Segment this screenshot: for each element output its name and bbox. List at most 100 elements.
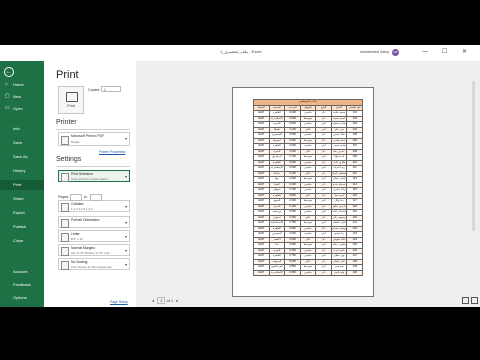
nav-item-label: Export <box>13 210 25 215</box>
table-cell: ولاء سامي <box>330 187 348 194</box>
printer-properties-link[interactable]: Printer Properties <box>99 150 125 154</box>
pages-label: Pages: <box>58 195 70 199</box>
option-label: Portrait Orientation <box>71 218 100 222</box>
paper-size-select[interactable]: Letter 8.5" x 11" ▾ <box>58 230 130 242</box>
table-cell: ذكر <box>315 269 332 276</box>
printer-icon <box>66 92 78 102</box>
zoom-to-page-icon[interactable] <box>471 297 478 304</box>
printer-select[interactable]: Microsoft Print to PDF Ready ▾ <box>58 132 130 146</box>
preview-table: بيانات الموظفين كود العميل الاسم النوع المؤ… <box>253 99 363 276</box>
table-cell: هدى سمير <box>330 143 348 150</box>
nav-item-print[interactable]: Print <box>0 180 44 190</box>
scaling-icon <box>61 261 69 270</box>
table-cell: سلمى رشاد <box>330 242 348 249</box>
pages-to-label: to <box>84 195 87 199</box>
nav-item-info[interactable]: Info <box>0 124 44 134</box>
chevron-down-icon: ▾ <box>124 234 127 239</box>
back-arrow-icon[interactable]: ← <box>4 67 14 77</box>
table-cell: طارق عادل <box>330 159 348 166</box>
chevron-down-icon: ▾ <box>124 262 127 267</box>
printer-heading: Printer <box>56 119 77 126</box>
user-name[interactable]: mohammed Zakry <box>360 50 389 54</box>
nav-item-label: Save As <box>13 154 28 159</box>
avatar[interactable]: MZ <box>392 49 399 56</box>
title-bar: ملف_تحضيري_1 - Excel mohammed Zakry MZ —… <box>0 45 480 61</box>
option-label: No Scaling <box>71 260 88 264</box>
nav-item-options[interactable]: Options <box>0 293 44 303</box>
nav-item-account[interactable]: Account <box>0 267 44 277</box>
printer-status: Ready <box>71 139 80 144</box>
pages-to-input[interactable] <box>90 194 102 201</box>
nav-item-share[interactable]: Share <box>0 194 44 204</box>
chevron-down-icon: ▾ <box>124 174 127 179</box>
nav-item-export[interactable]: Export <box>0 208 44 218</box>
nav-item-label: Options <box>13 295 27 300</box>
page-count: of 1 <box>166 298 174 303</box>
margins-icon <box>61 247 69 256</box>
nav-item-label: History <box>13 168 26 173</box>
table-cell: أحمد سعيد <box>330 115 348 122</box>
nav-item-home[interactable]: ⌂ Home <box>0 80 44 90</box>
nav-item-label: Print <box>13 182 22 187</box>
nav-item-new[interactable]: ▢ New <box>0 92 44 102</box>
prev-page-icon[interactable]: ◂ <box>150 298 156 303</box>
option-label: Collated <box>71 202 84 206</box>
table-cell: 3,350 <box>284 269 301 276</box>
nav-item-save-as[interactable]: Save As <box>0 152 44 162</box>
divider <box>56 166 130 167</box>
table-cell: يوسف مجدي <box>330 225 348 232</box>
show-margins-icon[interactable] <box>462 297 469 304</box>
nav-item-label: Publish <box>13 224 27 229</box>
selection-icon <box>61 173 69 182</box>
vertical-scrollbar[interactable] <box>472 81 475 231</box>
print-settings-panel: Print Print Copies: 1 Printer Microsoft … <box>44 61 136 307</box>
nav-item-open[interactable]: ▭ Open <box>0 104 44 114</box>
close-icon[interactable]: ✕ <box>462 48 467 56</box>
table-cell: سارة محمود <box>330 121 348 128</box>
table-cell: علاء شوقي <box>330 236 348 243</box>
table-cell: محمد حامد <box>330 110 348 117</box>
nav-item-history[interactable]: History <box>0 166 44 176</box>
option-description: Only print the current select... <box>71 177 111 181</box>
page-title: Print <box>56 69 79 81</box>
nav-item-publish[interactable]: Publish <box>0 222 44 232</box>
scaling-select[interactable]: No Scaling Print sheets at their actual s… <box>58 258 130 270</box>
divider <box>56 129 130 130</box>
nav-item-save[interactable]: Save <box>0 138 44 148</box>
table-cell: عمرو رضا <box>330 148 348 155</box>
nav-item-label: Account <box>13 269 28 274</box>
nav-item-label: Save <box>13 140 23 145</box>
option-description: Top: 0.75" Bottom: 0.75" Left:... <box>71 251 113 255</box>
nav-item-label: Info <box>13 126 20 131</box>
current-page-input[interactable]: 1 <box>157 297 166 304</box>
option-label: Print Selection <box>71 172 93 176</box>
nav-item-close[interactable]: Close <box>0 236 44 246</box>
settings-heading: Settings <box>56 156 82 163</box>
orientation-select[interactable]: Portrait Orientation ▾ <box>58 216 130 228</box>
option-label: Normal Margins <box>71 246 95 250</box>
option-description: Print sheets at their actual size <box>71 265 112 269</box>
print-selection-select[interactable]: Print Selection Only print the current se… <box>58 170 130 182</box>
table-cell: ليلى عاطف <box>330 220 348 227</box>
nav-item-feedback[interactable]: Feedback <box>0 280 44 290</box>
printer-icon <box>61 136 69 145</box>
minimize-icon[interactable]: — <box>422 48 428 56</box>
next-page-icon[interactable]: ▸ <box>174 298 180 303</box>
table-cell: شريف ماهر <box>330 203 348 210</box>
nav-item-label: New <box>13 94 22 99</box>
table-cell: جامعي <box>299 269 317 276</box>
nav-item-label: Close <box>13 238 24 243</box>
collated-select[interactable]: Collated 1,2,3 1,2,3 1,2,3 ▾ <box>58 200 130 212</box>
maximize-icon[interactable]: ☐ <box>442 48 447 56</box>
pages-from-input[interactable] <box>70 194 82 201</box>
document-title: ملف_تحضيري_1 - Excel <box>220 49 262 54</box>
table-cell: حسام عبده <box>330 181 348 188</box>
print-button[interactable]: Print <box>58 86 84 114</box>
copies-input[interactable]: 1 <box>101 86 121 92</box>
margins-select[interactable]: Normal Margins Top: 0.75" Bottom: 0.75" L… <box>58 244 130 256</box>
table-cell: ريم أشرف <box>330 165 348 172</box>
table-cell: الإسكندرية <box>268 165 286 172</box>
page-setup-link[interactable]: Page Setup <box>110 300 128 304</box>
table-cell: أسماء رأفت <box>330 209 348 216</box>
table-cell: ياسر فتحي <box>330 137 348 144</box>
